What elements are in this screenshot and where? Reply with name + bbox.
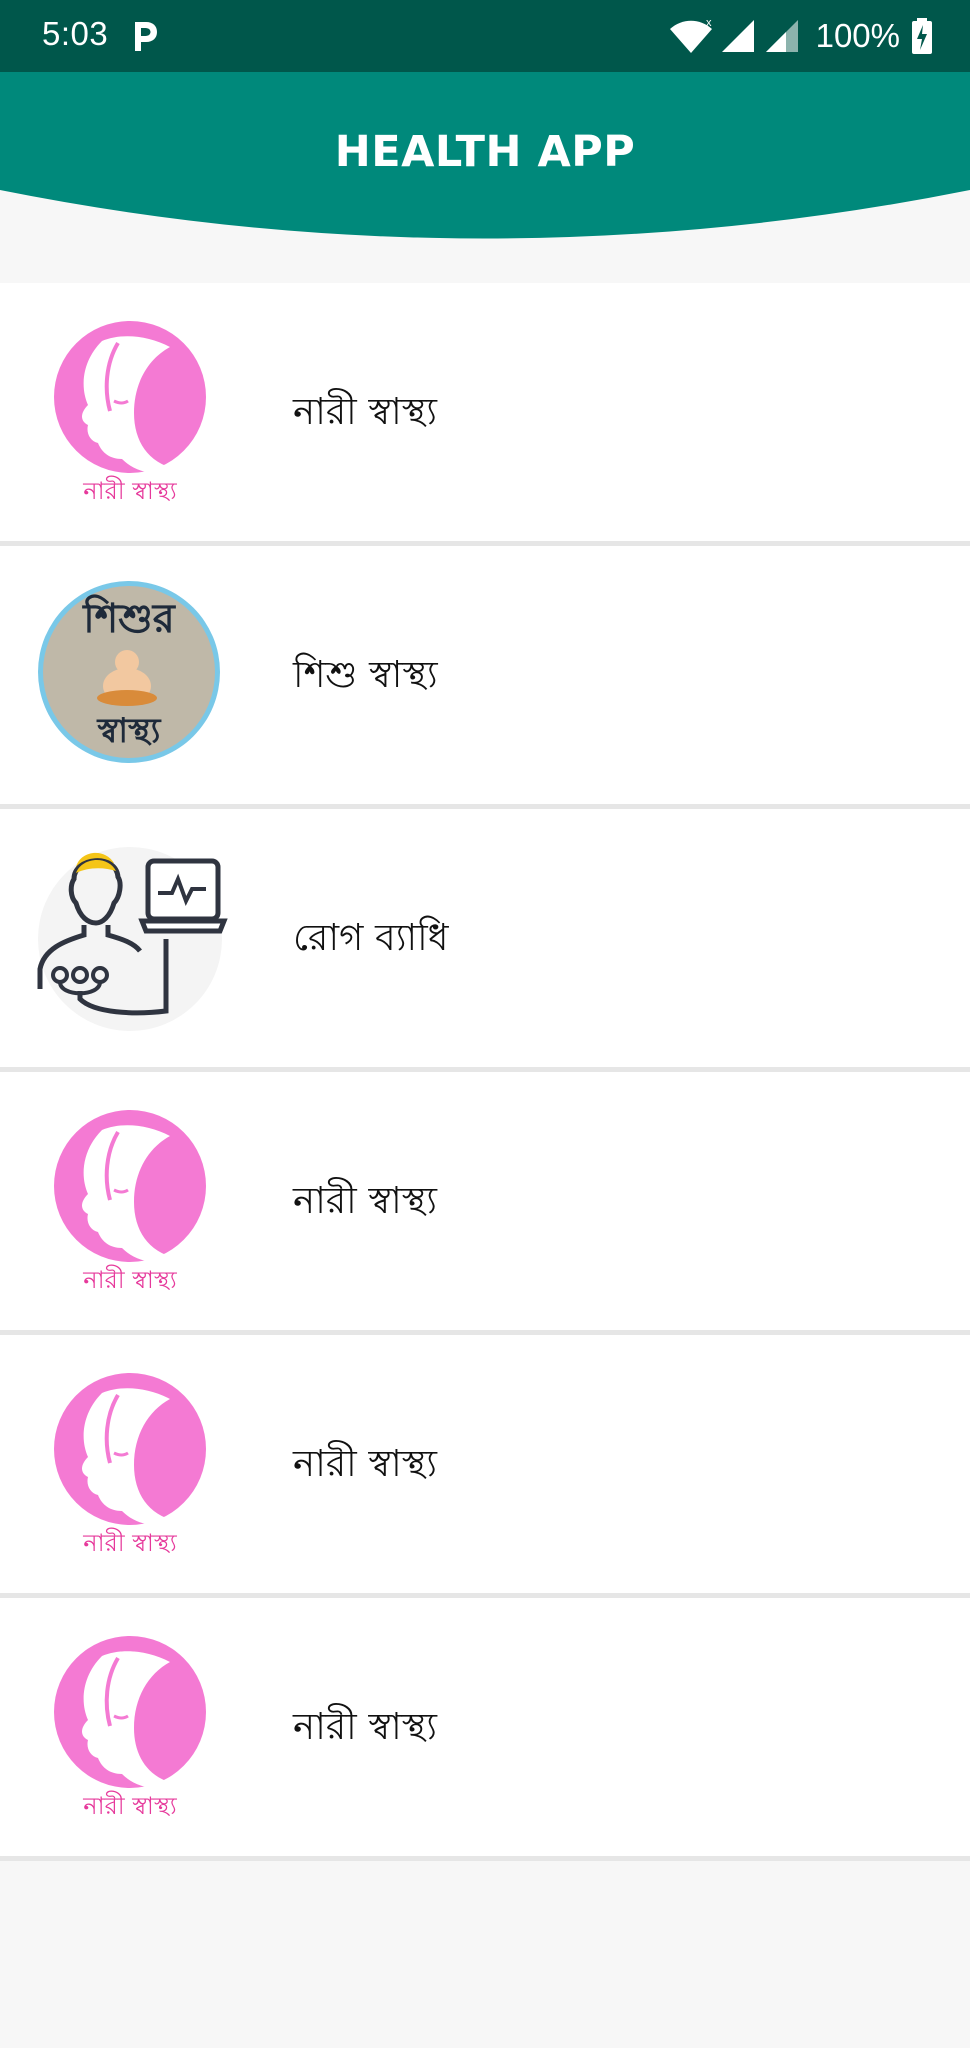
icon-caption: নারী স্বাস্থ্য — [82, 1791, 177, 1820]
parking-app-icon — [135, 22, 157, 51]
woman-face-icon: নারী স্বাস্থ্য — [54, 1110, 206, 1294]
list-item-women-health[interactable]: নারী স্বাস্থ্য নারী স্বাস্থ্য — [0, 1072, 970, 1335]
woman-face-icon: নারী স্বাস্থ্য — [54, 321, 206, 505]
list-item-women-health[interactable]: নারী স্বাস্থ্য নারী স্বাস্থ্য — [0, 1335, 970, 1598]
icon-caption-bottom: স্বাস্থ্য — [97, 711, 162, 751]
list-item-label: নারী স্বাস্থ্য — [293, 1179, 437, 1222]
list-item-child-health[interactable]: শিশুর স্বাস্থ্য শিশু স্বাস্থ্য — [0, 546, 970, 809]
list-item-diseases[interactable]: রোগ ব্যাধি — [0, 809, 970, 1072]
category-list: নারী স্বাস্থ্য নারী স্বাস্থ্য শিশুর স্বা… — [0, 283, 970, 1861]
wifi-icon: x — [669, 17, 712, 53]
app-header: HEALTH APP — [0, 72, 970, 252]
cell-signal-icon — [721, 20, 754, 52]
list-item-label: নারী স্বাস্থ্য — [293, 1705, 437, 1748]
patient-monitor-icon — [37, 847, 228, 1031]
list-item-women-health[interactable]: নারী স্বাস্থ্য নারী স্বাস্থ্য — [0, 1598, 970, 1861]
icon-caption: নারী স্বাস্থ্য — [82, 476, 177, 505]
icon-caption: নারী স্বাস্থ্য — [82, 1265, 177, 1294]
page-title: HEALTH APP — [334, 127, 636, 177]
list-item-label: নারী স্বাস্থ্য — [293, 390, 437, 433]
list-item-label: নারী স্বাস্থ্য — [293, 1442, 437, 1485]
list-item-label: শিশু স্বাস্থ্য — [293, 653, 438, 696]
list-item-label: রোগ ব্যাধি — [293, 916, 449, 959]
battery-charging-icon — [912, 18, 932, 54]
status-bar: 5:03 x 100% — [0, 0, 970, 72]
battery-percent: 100% — [815, 17, 900, 54]
woman-face-icon: নারী স্বাস্থ্য — [54, 1636, 206, 1820]
woman-face-icon: নারী স্বাস্থ্য — [54, 1373, 206, 1557]
baby-health-icon: শিশুর স্বাস্থ্য — [38, 581, 220, 763]
cell-signal-icon — [765, 20, 798, 52]
icon-caption-top: শিশুর — [81, 594, 177, 642]
icon-caption: নারী স্বাস্থ্য — [82, 1528, 177, 1557]
svg-text:x: x — [706, 17, 712, 29]
list-item-women-health[interactable]: নারী স্বাস্থ্য নারী স্বাস্থ্য — [0, 283, 970, 546]
status-time: 5:03 — [42, 15, 109, 52]
